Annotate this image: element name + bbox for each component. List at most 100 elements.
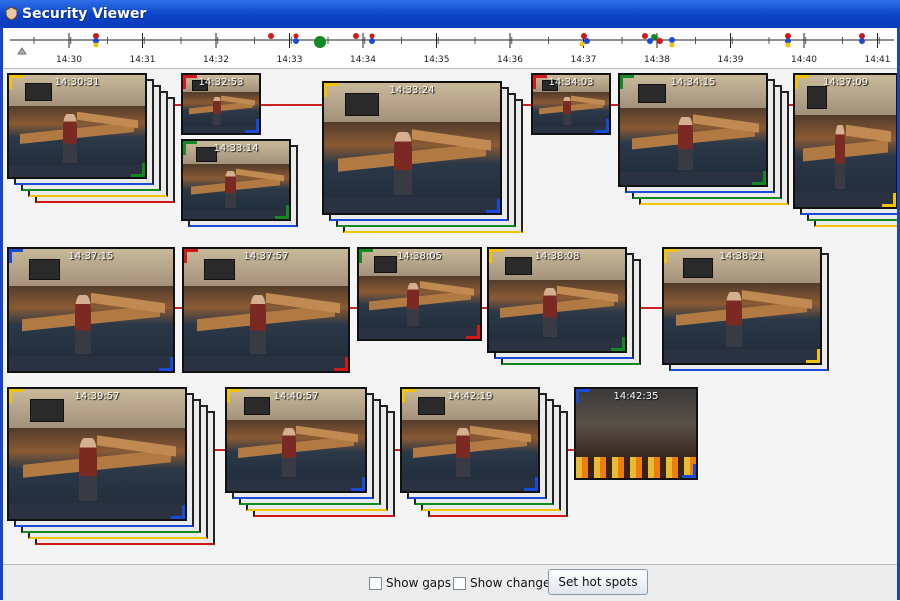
clip-thumbnail[interactable]: 14:34:15	[618, 73, 768, 187]
fire-flames	[576, 456, 696, 478]
timeline-event-marker[interactable]	[642, 33, 648, 39]
clip-corner-marker	[533, 75, 547, 89]
person-figure	[79, 438, 97, 501]
window-border-left	[0, 28, 3, 600]
timeline-event-marker[interactable]	[859, 38, 865, 44]
timeline-label: 14:39	[717, 55, 744, 65]
timeline-event-marker[interactable]	[293, 38, 299, 44]
clip-link	[261, 104, 322, 106]
clip-corner-marker	[664, 249, 678, 263]
timeline-start-marker[interactable]	[17, 47, 27, 55]
clip-corner-marker	[245, 119, 259, 133]
wall-screen	[30, 399, 64, 423]
timeline-event-marker[interactable]	[581, 33, 587, 39]
timeline-event-marker[interactable]	[584, 38, 590, 44]
show-change-checkbox[interactable]: Show change	[453, 575, 550, 591]
clip-timestamp: 14:37:57	[243, 251, 289, 262]
clip-corner-marker	[752, 171, 766, 185]
timeline-event-marker[interactable]	[651, 34, 657, 40]
timeline-event-marker[interactable]	[268, 33, 274, 39]
timeline[interactable]: 14:30 14:31 14:32 14:33 14:34 14:35 14:36 14:37…	[4, 28, 898, 69]
conference-table	[189, 101, 253, 115]
show-change-label: Show change	[470, 576, 551, 590]
timeline-label: 14:41	[864, 55, 891, 65]
show-gaps-checkbox[interactable]: Show gaps	[369, 575, 451, 591]
floor	[664, 349, 820, 363]
title-bar: Security Viewer	[0, 0, 900, 28]
floor	[9, 356, 173, 371]
clip-corner-marker	[595, 119, 609, 133]
timeline-event-marker[interactable]	[353, 33, 359, 39]
timeline-label: 14:37	[570, 55, 597, 65]
timeline-label: 14:35	[423, 55, 450, 65]
clip-thumbnail[interactable]: 14:39:57	[7, 387, 187, 521]
clip-thumbnail[interactable]: 14:32:53	[181, 73, 261, 135]
timeline-event-marker[interactable]	[369, 33, 375, 39]
show-gaps-box[interactable]	[369, 576, 382, 590]
clip-corner-marker	[611, 337, 625, 351]
clip-corner-marker	[682, 464, 696, 478]
person-figure	[63, 113, 77, 163]
conference-table	[191, 176, 281, 195]
person-figure	[456, 427, 470, 477]
clip-canvas: 14:30:31 14:32:53 14:33:14 14:33:24 14:34:03…	[4, 69, 900, 564]
clip-thumbnail[interactable]: 14:38:21	[662, 247, 822, 365]
show-change-box[interactable]	[453, 576, 466, 590]
clip-thumbnail[interactable]: 14:37:09	[793, 73, 898, 209]
clip-thumbnail[interactable]: 14:30:31	[7, 73, 147, 179]
clip-timestamp: 14:39:57	[74, 391, 120, 402]
floor	[402, 478, 538, 491]
clip-corner-marker	[486, 199, 500, 213]
floor	[9, 164, 145, 177]
clip-corner-marker	[183, 75, 197, 89]
clip-thumbnail[interactable]: 14:42:19	[400, 387, 540, 493]
timeline-event-marker[interactable]	[785, 42, 791, 48]
clip-thumbnail[interactable]: 14:33:14	[181, 139, 291, 221]
clip-thumbnail[interactable]: 14:37:57	[182, 247, 350, 373]
clip-link	[175, 307, 182, 309]
clip-corner-marker	[882, 193, 896, 207]
clip-timestamp: 14:42:35	[613, 391, 659, 402]
timeline-event-marker[interactable]	[657, 38, 663, 44]
wall-screen	[345, 93, 379, 117]
timeline-event-marker[interactable]	[669, 37, 675, 43]
clip-corner-marker	[402, 389, 416, 403]
person-figure	[407, 283, 420, 327]
person-figure	[678, 116, 693, 170]
clip-thumbnail[interactable]: 14:37:15	[7, 247, 175, 373]
person-figure	[394, 132, 412, 195]
set-hot-spots-button[interactable]: Set hot spots	[548, 569, 648, 595]
clip-corner-marker	[466, 325, 480, 339]
person-figure	[543, 287, 557, 337]
wall-screen	[807, 85, 828, 109]
timeline-label: 14:30	[56, 55, 82, 65]
clip-thumbnail[interactable]: 14:40:57	[225, 387, 367, 493]
clip-corner-marker	[351, 477, 365, 491]
show-gaps-label: Show gaps	[386, 576, 452, 590]
person-figure	[74, 295, 91, 354]
timeline-event-marker[interactable]	[669, 42, 675, 48]
timeline-event-marker[interactable]	[293, 33, 299, 39]
clip-corner-marker	[9, 389, 23, 403]
timeline-event-marker[interactable]	[93, 42, 99, 48]
clip-thumbnail[interactable]: 14:38:05	[357, 247, 482, 341]
clip-corner-marker	[524, 477, 538, 491]
timeline-event-marker[interactable]	[369, 38, 375, 44]
timeline-event-marker[interactable]	[314, 36, 326, 48]
clip-corner-marker	[324, 83, 338, 97]
clip-corner-marker	[159, 357, 173, 371]
person-figure	[213, 97, 221, 125]
clip-corner-marker	[183, 141, 197, 155]
timeline-event-marker[interactable]	[579, 41, 585, 47]
timeline-label: 14:40	[791, 55, 817, 65]
clip-timestamp: 14:30:31	[54, 77, 100, 88]
floor	[184, 356, 348, 371]
clip-thumbnail[interactable]: 14:33:24	[322, 81, 502, 215]
clip-thumbnail[interactable]: 14:38:08	[487, 247, 627, 353]
clip-thumbnail[interactable]: 14:42:35	[574, 387, 698, 480]
timeline-label: 14:32	[203, 55, 229, 65]
clip-thumbnail[interactable]: 14:34:03	[531, 73, 611, 135]
floor	[9, 503, 185, 519]
bottom-toolbar: Show gaps Show change Set hot spots	[0, 564, 900, 601]
clip-corner-marker	[9, 75, 23, 89]
